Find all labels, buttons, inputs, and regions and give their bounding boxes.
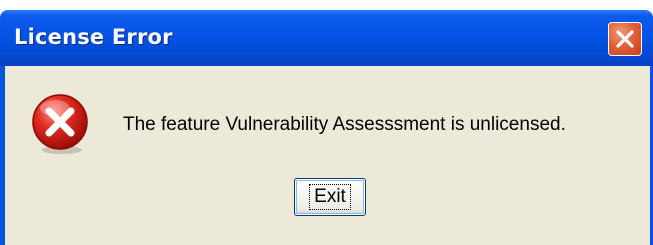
- window-title: License Error: [14, 25, 173, 49]
- dialog-body: The feature Vulnerability Assesssment is…: [5, 66, 650, 245]
- title-bar[interactable]: License Error: [0, 10, 653, 66]
- error-message: The feature Vulnerability Assesssment is…: [123, 114, 566, 135]
- close-icon: [616, 30, 634, 48]
- close-button[interactable]: [608, 22, 642, 56]
- error-icon: [32, 94, 88, 154]
- exit-button-label: Exit: [309, 184, 351, 210]
- license-error-dialog: License Error The feature Vulnerability …: [0, 10, 653, 245]
- exit-button[interactable]: Exit: [294, 178, 366, 216]
